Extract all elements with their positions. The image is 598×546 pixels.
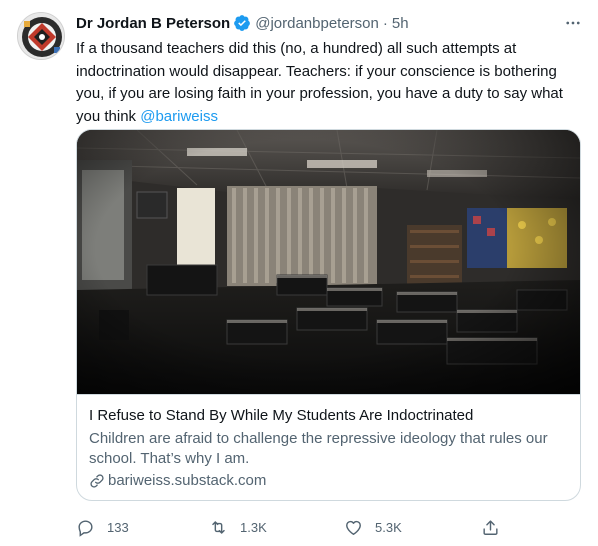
separator-dot: · (382, 14, 388, 32)
like-count: 5.3K (375, 519, 402, 535)
author-name[interactable]: Dr Jordan B Peterson (76, 15, 230, 32)
like-icon (344, 518, 363, 537)
action-bar: 133 1.3K 5.3K (76, 514, 581, 540)
tweet-text: If a thousand teachers did this (no, a h… (76, 38, 581, 128)
share-icon (481, 518, 500, 537)
card-description: Children are afraid to challenge the rep… (89, 430, 548, 467)
tweet[interactable]: Dr Jordan B Peterson @jordanbpeterson · … (0, 0, 598, 546)
card-image[interactable] (77, 130, 580, 394)
reply-button[interactable]: 133 (76, 514, 129, 540)
card-title: I Refuse to Stand By While My Students A… (89, 407, 474, 424)
author-handle[interactable]: @jordanbpeterson (255, 15, 379, 32)
link-card[interactable]: I Refuse to Stand By While My Students A… (76, 129, 581, 501)
tweet-header: Dr Jordan B Peterson @jordanbpeterson · … (76, 12, 409, 34)
retweet-icon (209, 518, 228, 537)
card-domain-text: bariweiss.substack.com (108, 472, 267, 489)
like-button[interactable]: 5.3K (344, 514, 402, 540)
retweet-button[interactable]: 1.3K (209, 514, 267, 540)
card-body[interactable]: I Refuse to Stand By While My Students A… (77, 394, 580, 500)
reply-icon (76, 518, 95, 537)
more-icon[interactable] (562, 12, 584, 34)
avatar[interactable] (17, 12, 65, 60)
tweet-timestamp[interactable]: 5h (392, 15, 409, 32)
reply-count: 133 (107, 519, 129, 535)
share-button[interactable] (481, 514, 512, 540)
retweet-count: 1.3K (240, 519, 267, 535)
link-icon (90, 474, 104, 488)
mention-link[interactable]: @bariweiss (140, 108, 218, 125)
card-domain: bariweiss.substack.com (89, 471, 568, 491)
verified-badge-icon (233, 14, 251, 32)
